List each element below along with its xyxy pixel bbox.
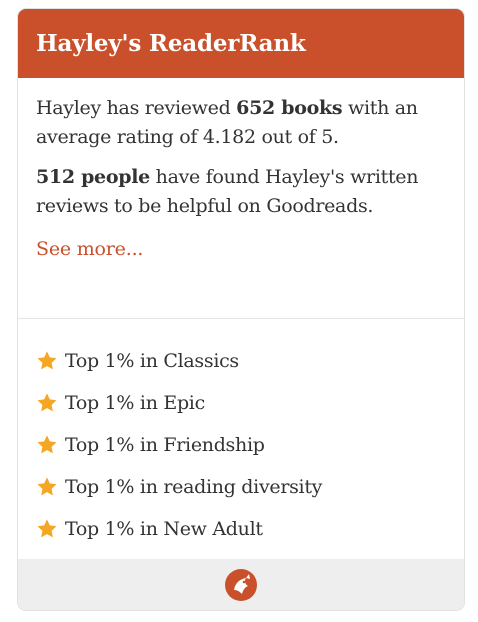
- star-icon: [37, 519, 57, 538]
- rank-item: Top 1% in Classics: [36, 340, 464, 382]
- rank-item: Top 1% in Epic: [36, 382, 464, 424]
- see-more-link[interactable]: See more...: [36, 237, 143, 261]
- stats-section: Hayley has reviewed 652 books with an av…: [18, 78, 464, 319]
- widget-footer: [18, 559, 464, 610]
- star-icon: [37, 351, 57, 370]
- reviews-text-intro: Hayley has reviewed: [36, 97, 237, 119]
- rank-label: Top 1% in New Adult: [65, 518, 263, 540]
- people-count: 512 people: [36, 166, 150, 188]
- helpful-summary: 512 people have found Hayley's written r…: [36, 163, 446, 221]
- rank-item: Top 1% in Friendship: [36, 424, 464, 466]
- goodreads-logo-icon[interactable]: [224, 568, 258, 602]
- reviews-summary: Hayley has reviewed 652 books with an av…: [36, 94, 446, 152]
- widget-header: Hayley's ReaderRank: [18, 9, 464, 78]
- rank-label: Top 1% in reading diversity: [65, 476, 323, 498]
- rank-list: Top 1% in Classics Top 1% in Epic Top 1%…: [18, 319, 464, 559]
- rank-label: Top 1% in Friendship: [65, 434, 265, 456]
- rank-item: Top 1% in reading diversity: [36, 466, 464, 508]
- rank-label: Top 1% in Epic: [65, 392, 205, 414]
- books-count: 652 books: [236, 97, 343, 119]
- star-icon: [37, 477, 57, 496]
- star-icon: [37, 435, 57, 454]
- readerrank-widget: Hayley's ReaderRank Hayley has reviewed …: [17, 8, 465, 611]
- rank-label: Top 1% in Classics: [65, 350, 239, 372]
- star-icon: [37, 393, 57, 412]
- rank-item: Top 1% in New Adult: [36, 508, 464, 550]
- widget-title: Hayley's ReaderRank: [36, 30, 306, 57]
